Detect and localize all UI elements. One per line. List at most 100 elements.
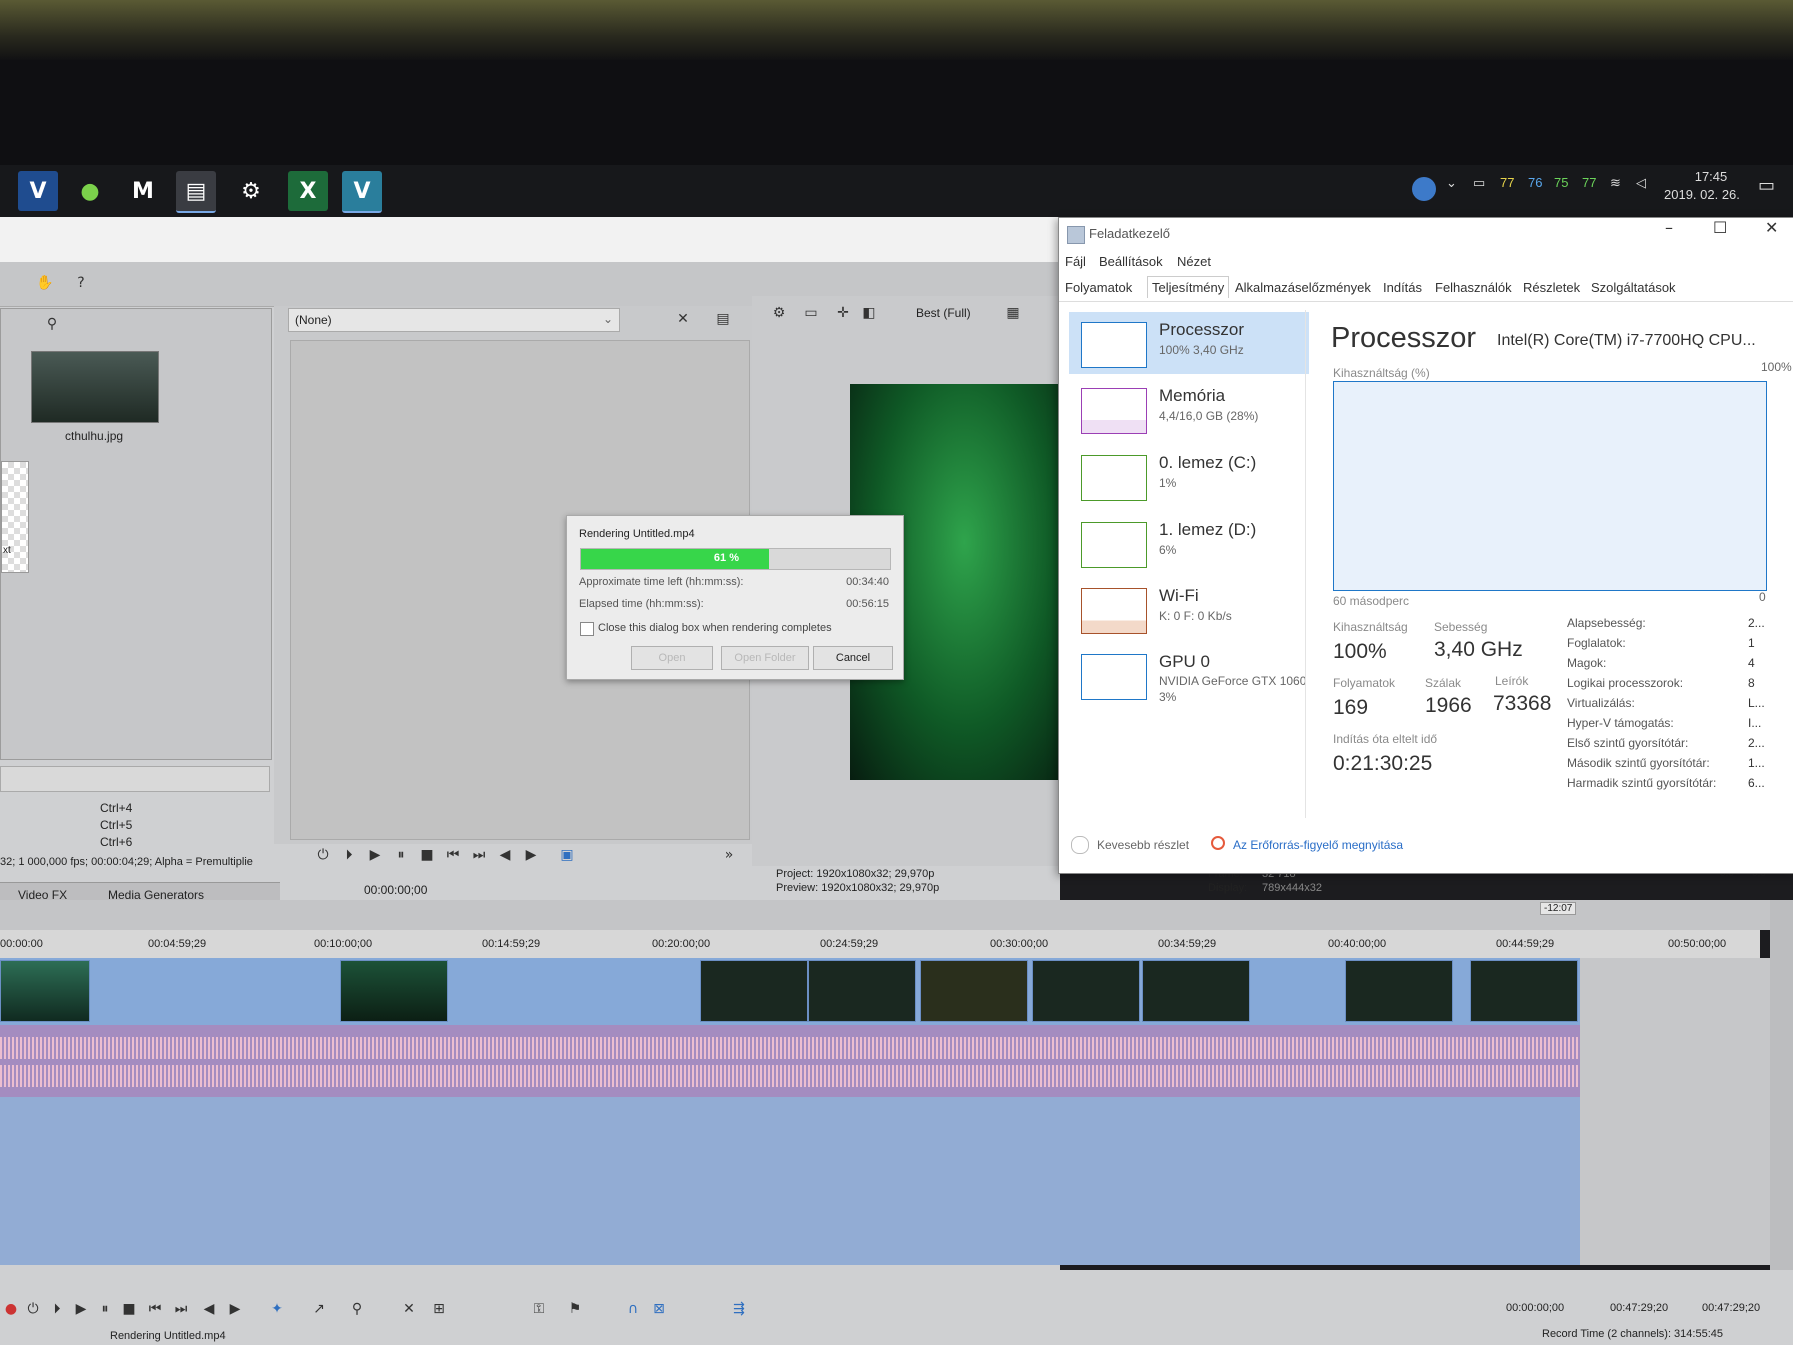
temp-3[interactable]: 75 [1554, 175, 1568, 190]
video-clip[interactable] [1345, 960, 1453, 1022]
menu-settings[interactable]: Beállítások [1099, 254, 1163, 269]
pause-icon[interactable]: ⏸ [96, 1300, 114, 1318]
excel-app-icon[interactable]: X [288, 171, 328, 211]
video-clip[interactable] [1142, 960, 1250, 1022]
grid-icon[interactable]: ▦ [1004, 304, 1022, 322]
menu-file[interactable]: Fájl [1065, 254, 1086, 269]
tab-performance[interactable]: Teljesítmény [1147, 276, 1230, 298]
record-icon[interactable]: ● [2, 1300, 20, 1318]
sidebar-item-gpu[interactable]: GPU 0 NVIDIA GeForce GTX 1060 3% [1069, 644, 1309, 724]
next-frame-icon[interactable]: ▶ [226, 1300, 244, 1318]
delete-icon[interactable]: ✕ [400, 1300, 418, 1318]
temp-4[interactable]: 77 [1582, 175, 1596, 190]
go-start-icon[interactable]: ⏮ [146, 1300, 164, 1318]
temp-2[interactable]: 76 [1528, 175, 1542, 190]
selection-end[interactable]: 00:47:29;20 [1610, 1302, 1668, 1314]
video-clip[interactable] [700, 960, 808, 1022]
open-button[interactable]: Open [631, 646, 713, 670]
video-clip[interactable] [1470, 960, 1578, 1022]
clock-time[interactable]: 17:45 [1676, 169, 1746, 184]
video-clip[interactable] [808, 960, 916, 1022]
go-end-icon[interactable]: ⏭ [470, 846, 488, 864]
next-frame-icon[interactable]: ▶ [522, 846, 540, 864]
trimmer-media-select[interactable]: (None) ⌄ [288, 308, 620, 332]
less-detail-link[interactable]: Kevesebb részlet [1097, 838, 1189, 852]
video-clip[interactable] [920, 960, 1028, 1022]
close-icon[interactable]: ✕ [674, 310, 692, 328]
notifications-icon[interactable]: ▭ [1758, 175, 1775, 196]
maximize-icon[interactable]: ☐ [1713, 218, 1727, 237]
resource-monitor-link[interactable]: Az Erőforrás-figyelő megnyitása [1233, 838, 1403, 852]
tab-users[interactable]: Felhasználók [1435, 280, 1512, 295]
sidebar-item-disk-d[interactable]: 1. lemez (D:) 6% [1069, 512, 1309, 574]
sidebar-item-memory[interactable]: Memória 4,4/16,0 GB (28%) [1069, 378, 1309, 440]
more-icon[interactable]: » [720, 846, 738, 864]
cancel-button[interactable]: Cancel [813, 646, 893, 670]
vegas-app-icon[interactable]: V [18, 171, 58, 211]
transparent-media-thumbnail[interactable] [1, 461, 29, 573]
tab-details[interactable]: Részletek [1523, 280, 1580, 295]
video-clip[interactable] [0, 960, 90, 1022]
loop-icon[interactable]: ⏻ [24, 1300, 42, 1318]
tab-app-history[interactable]: Alkalmazáselőzmények [1235, 280, 1371, 295]
help-tray-icon[interactable] [1412, 177, 1436, 201]
chevron-up-circle-icon[interactable] [1071, 836, 1089, 854]
settings-gear-icon[interactable]: ⚙ [770, 304, 788, 322]
empty-track-area[interactable] [0, 1097, 1580, 1265]
sidebar-item-processor[interactable]: Processzor 100% 3,40 GHz [1069, 312, 1309, 374]
zoom-tool-icon[interactable]: ⚲ [348, 1300, 366, 1318]
envelope-tool-icon[interactable]: ↗ [310, 1300, 328, 1318]
stop-icon[interactable]: ■ [120, 1300, 138, 1318]
play-from-start-icon[interactable]: ⏵ [48, 1300, 66, 1318]
help-icon[interactable]: ? [72, 274, 90, 292]
audio-track[interactable] [0, 1025, 1580, 1097]
lock-icon[interactable]: ⚿ [530, 1300, 548, 1318]
sidebar-item-wifi[interactable]: Wi-Fi K: 0 F: 0 Kb/s [1069, 578, 1309, 640]
pause-icon[interactable]: ⏸ [392, 846, 410, 864]
malwarebytes-app-icon[interactable]: M [123, 171, 163, 211]
snapping-icon[interactable]: ∩ [624, 1300, 642, 1318]
tab-services[interactable]: Szolgáltatások [1591, 280, 1676, 295]
prev-frame-icon[interactable]: ◀ [496, 846, 514, 864]
external-monitor-icon[interactable]: ▭ [802, 304, 820, 322]
chevron-up-icon[interactable]: ⌄ [1446, 175, 1457, 191]
play-icon[interactable]: ▶ [366, 846, 384, 864]
stop-icon[interactable]: ■ [418, 846, 436, 864]
video-clip[interactable] [1032, 960, 1140, 1022]
auto-crossfade-icon[interactable]: ⊠ [650, 1300, 668, 1318]
close-on-complete-checkbox[interactable] [580, 622, 594, 636]
marker-icon[interactable]: ⚑ [566, 1300, 584, 1318]
menu-view[interactable]: Nézet [1177, 254, 1211, 269]
prev-frame-icon[interactable]: ◀ [200, 1300, 218, 1318]
search-icon[interactable]: ⚲ [43, 315, 61, 333]
go-start-icon[interactable]: ⏮ [444, 846, 462, 864]
play-icon[interactable]: ▶ [72, 1300, 90, 1318]
selection-length[interactable]: 00:47:29;20 [1702, 1302, 1760, 1314]
trim-icon[interactable]: ⊞ [430, 1300, 448, 1318]
close-icon[interactable]: ✕ [1765, 218, 1778, 237]
vegas-pro-app-icon[interactable]: V [342, 171, 382, 213]
ripple-edit-icon[interactable]: ⇶ [730, 1300, 748, 1318]
settings-gear-icon[interactable]: ⚙ [231, 171, 271, 211]
loop-icon[interactable]: ⏻ [314, 846, 332, 864]
tab-processes[interactable]: Folyamatok [1065, 280, 1132, 295]
split-screen-icon[interactable]: ✛ [834, 304, 852, 322]
minimize-icon[interactable]: – [1665, 218, 1673, 237]
cursor-position[interactable]: 00:00:00;00 [1506, 1302, 1564, 1314]
preview-quality-select[interactable]: Best (Full) [916, 306, 971, 320]
cthulhu-thumbnail[interactable] [31, 351, 159, 423]
go-end-icon[interactable]: ⏭ [172, 1300, 190, 1318]
play-from-start-icon[interactable]: ⏵ [340, 846, 358, 864]
xbox-app-icon[interactable]: ● [70, 171, 110, 211]
vertical-scrollbar[interactable] [1770, 900, 1793, 1270]
normal-edit-tool-icon[interactable]: ✦ [268, 1300, 286, 1318]
video-clip[interactable] [340, 960, 448, 1022]
overlays-icon[interactable]: ◧ [860, 304, 878, 322]
panel-search-field[interactable] [0, 766, 270, 792]
timeline-ruler[interactable]: 00:00:00 00:04:59;29 00:10:00;00 00:14:5… [0, 930, 1580, 959]
copy-icon[interactable]: ▤ [714, 310, 732, 328]
clock-date[interactable]: 2019. 02. 26. [1664, 187, 1740, 202]
sidebar-item-disk-c[interactable]: 0. lemez (C:) 1% [1069, 445, 1309, 507]
battery-icon[interactable]: ▭ [1473, 175, 1485, 191]
wifi-icon[interactable]: ≋ [1610, 175, 1621, 191]
